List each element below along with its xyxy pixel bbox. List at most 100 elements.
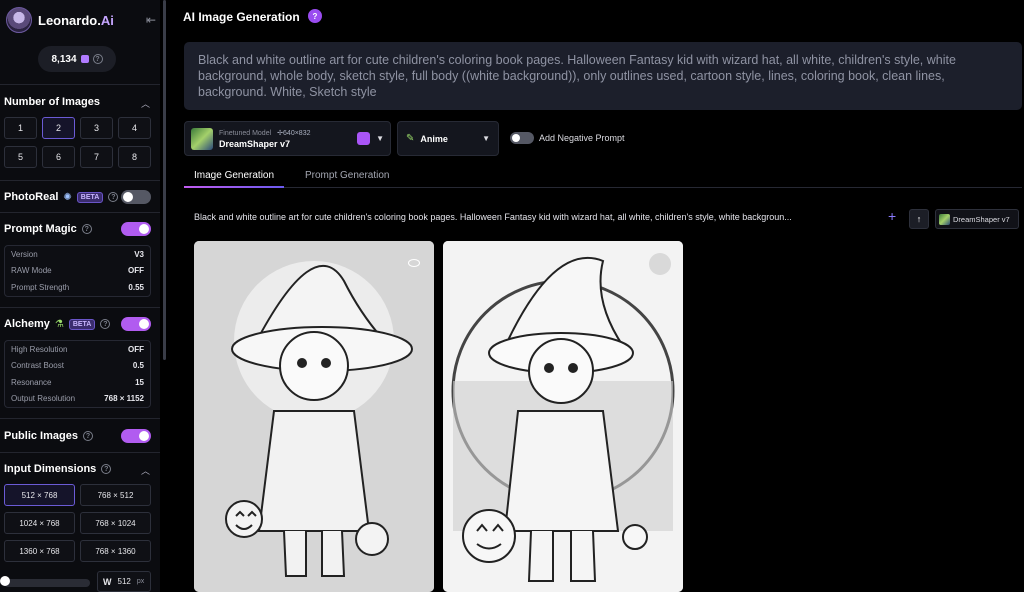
width-slider-track[interactable] [4,579,90,587]
model-name: DreamShaper v7 [219,138,291,149]
model-chip[interactable]: DreamShaper v7 [935,209,1019,229]
divider [0,212,160,213]
width-label: W [103,576,112,587]
image-count-option[interactable]: 1 [4,117,37,139]
chevron-up-icon[interactable]: ︿ [141,97,150,110]
input-dimensions-title: Input Dimensions ? [4,463,112,475]
help-icon[interactable]: ? [308,9,322,23]
prompt-input[interactable]: Black and white outline art for cute chi… [184,42,1022,110]
coin-icon [80,55,89,63]
divider [0,307,160,308]
tab-divider [184,187,1022,188]
model-selector[interactable]: Finetuned Model ✢640×832 DreamShaper v7 ▼ [184,121,391,156]
number-of-images-grid: 1 2 3 4 5 6 7 8 [4,117,151,168]
model-settings-icon[interactable] [357,132,371,145]
main-panel: AI Image Generation ? Black and white ou… [166,0,1024,592]
image-count-option[interactable]: 8 [118,146,151,168]
arrow-up-icon: ↑ [916,214,922,224]
negative-prompt-toggle[interactable] [510,132,534,144]
beta-badge: BETA [68,318,96,330]
width-input[interactable]: W 512 px [97,571,151,592]
divider [0,84,160,85]
collapse-sidebar-icon[interactable]: ⇤ [146,13,156,27]
photoreal-toggle[interactable] [121,190,151,204]
chevron-down-icon: ▼ [482,134,490,143]
witch-girl-illustration [443,241,683,592]
image-count-option[interactable]: 6 [42,146,75,168]
brush-icon: ✎ [406,133,415,144]
negative-prompt-label: Add Negative Prompt [539,133,625,143]
alchemy-title: Alchemy ⚗ BETA ? [4,318,111,330]
token-balance[interactable]: 8,134 ? [38,46,116,72]
settings-row: Prompt Strength 0.55 [11,282,144,292]
image-count-option[interactable]: 3 [80,117,113,139]
prompt-magic-toggle[interactable] [121,222,151,236]
generated-image[interactable] [194,241,434,592]
public-images-toggle[interactable] [121,429,151,443]
help-icon[interactable]: ? [82,431,93,441]
settings-row: Output Resolution 768 × 1152 [11,394,144,404]
witch-girl-illustration [194,241,434,592]
input-dimensions-grid: 512 × 768 768 × 512 1024 × 768 768 × 102… [4,484,151,562]
chevron-down-icon: ▼ [376,134,384,143]
settings-row: Resonance 15 [11,377,144,387]
settings-row: Contrast Boost 0.5 [11,361,144,371]
generated-image[interactable] [443,241,683,592]
tab-image-generation[interactable]: Image Generation [194,170,274,181]
divider [0,180,160,181]
chevron-up-icon[interactable]: ︿ [141,464,150,477]
flask-icon: ⚗ [54,318,64,330]
style-name: Anime [420,133,448,144]
active-tab-indicator [184,186,284,188]
image-count-option[interactable]: 5 [4,146,37,168]
photoreal-icon: ✺ [63,191,72,203]
prompt-magic-settings[interactable]: Version V3 RAW Mode OFF Prompt Strength 0.5… [4,245,151,297]
image-count-option[interactable]: 2 [42,117,75,139]
photoreal-title: PhotoReal ✺ BETA ? [4,191,119,203]
dimension-option[interactable]: 512 × 768 [4,484,75,506]
dimension-option[interactable]: 768 × 1024 [80,512,151,534]
prompt-magic-title: Prompt Magic ? [4,223,92,235]
help-icon[interactable]: ? [92,54,103,64]
help-icon[interactable]: ? [81,224,92,234]
settings-row: RAW Mode OFF [11,266,144,276]
alchemy-toggle[interactable] [121,317,151,331]
token-count: 8,134 [51,53,77,65]
help-icon[interactable]: ? [100,319,111,329]
app-name: Leonardo.Ai [38,12,114,28]
settings-row: Version V3 [11,249,144,259]
divider [0,418,160,419]
style-selector[interactable]: ✎ Anime ▼ [397,121,499,156]
width-unit: px [136,578,145,585]
dimension-option[interactable]: 1024 × 768 [4,512,75,534]
logo-row: Leonardo.Ai ⇤ [6,6,156,34]
model-thumbnail [191,127,213,150]
tab-prompt-generation[interactable]: Prompt Generation [305,170,390,181]
image-count-option[interactable]: 4 [118,117,151,139]
page-title: AI Image Generation [183,10,300,24]
model-chip-label: DreamShaper v7 [953,214,1010,224]
width-slider-handle[interactable] [0,576,10,586]
help-icon[interactable]: ? [101,464,112,474]
number-of-images-title: Number of Images [4,96,100,108]
logo-avatar [6,7,32,33]
width-value: 512 [117,577,131,586]
dimension-option[interactable]: 768 × 512 [80,484,151,506]
reuse-prompt-button[interactable]: ↑ [909,209,929,229]
divider [0,452,160,453]
settings-row: High Resolution OFF [11,344,144,354]
image-count-option[interactable]: 7 [80,146,113,168]
plus-icon[interactable]: + [888,208,896,224]
eye-icon[interactable] [649,253,671,275]
model-label: Finetuned Model ✢640×832 [219,129,311,137]
beta-badge: BETA [76,191,104,203]
alchemy-settings[interactable]: High Resolution OFF Contrast Boost 0.5 Res… [4,340,151,408]
dimension-option[interactable]: 1360 × 768 [4,540,75,562]
model-thumbnail [939,213,950,225]
dimension-option[interactable]: 768 × 1360 [80,540,151,562]
sidebar: Leonardo.Ai ⇤ 8,134 ? Number of Images ︿… [0,0,160,592]
public-images-title: Public Images ? [4,430,93,442]
generation-prompt: Black and white outline art for cute chi… [194,212,792,222]
eye-icon[interactable] [408,259,420,267]
help-icon[interactable]: ? [108,192,119,202]
